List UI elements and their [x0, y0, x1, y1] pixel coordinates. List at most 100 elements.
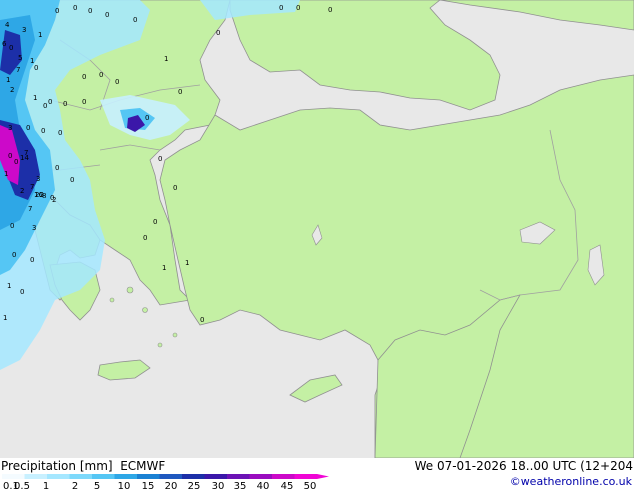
legend-swatch: [2, 474, 25, 479]
precip-point-value: 0: [178, 88, 182, 96]
precip-point-value: 22: [35, 191, 44, 199]
legend-arrow: [317, 474, 329, 479]
precip-point-value: 0: [296, 4, 300, 12]
precip-point-value: 3: [8, 124, 12, 132]
precip-point-value: 2: [10, 86, 14, 94]
precip-point-value: 7: [16, 66, 20, 74]
precip-point-value: 1: [6, 76, 10, 84]
precip-point-value: 0: [145, 114, 149, 122]
legend-label: 20: [165, 481, 178, 490]
product-label: Precipitation [mm]: [1, 459, 113, 473]
aegean-island: [142, 307, 148, 313]
precip-point-value: 1: [185, 259, 189, 267]
legend-swatch: [294, 474, 317, 479]
legend-label: 15: [142, 481, 155, 490]
product-title: Precipitation [mm] ECMWF: [1, 459, 165, 473]
aegean-island: [172, 332, 178, 338]
precip-point-value: 1: [3, 314, 7, 322]
legend-swatch: [47, 474, 70, 479]
precip-point-value: 1: [33, 94, 37, 102]
precip-point-value: 3: [22, 26, 26, 34]
legend-swatch: [249, 474, 272, 479]
precip-point-value: 1: [164, 55, 168, 63]
precip-point-value: 0: [88, 7, 92, 15]
legend-label: 25: [188, 481, 201, 490]
precip-point-value: 0: [14, 158, 18, 166]
precip-point-value: 0: [10, 222, 14, 230]
legend-label: 30: [212, 481, 225, 490]
legend-label: 5: [94, 481, 100, 490]
precip-point-value: 0: [70, 176, 74, 184]
precip-point-value: 3: [32, 224, 36, 232]
precip-point-value: 1: [162, 264, 166, 272]
precip-point-value: 0: [279, 4, 283, 12]
legend-swatch: [92, 474, 115, 479]
valid-time: We 07-01-2026 18..00 UTC (12+204: [414, 459, 633, 473]
legend-label: 35: [234, 481, 247, 490]
precip-point-value: 0: [200, 316, 204, 324]
precip-point-value: 0: [115, 78, 119, 86]
legend-swatch: [159, 474, 182, 479]
legend-swatch: [272, 474, 295, 479]
precip-point-value: 0: [43, 102, 47, 110]
legend-label: 50: [304, 481, 317, 490]
precip-point-value: 0: [173, 184, 177, 192]
precip-point-value: 0: [328, 6, 332, 14]
precip-point-value: 0: [34, 64, 38, 72]
legend-label: 40: [257, 481, 270, 490]
precip-point-value: 0: [55, 7, 59, 15]
legend-swatch: [204, 474, 227, 479]
precip-point-value: 0: [73, 4, 77, 12]
aegean-island: [109, 297, 115, 303]
legend-swatch: [137, 474, 160, 479]
precip-point-value: 0: [105, 11, 109, 19]
legend-label: 10: [118, 481, 131, 490]
precip-point-value: 0: [41, 127, 45, 135]
precip-point-value: 0: [153, 218, 157, 226]
aegean-island: [157, 342, 163, 348]
precip-point-value: 0: [143, 234, 147, 242]
precip-point-value: 0: [9, 44, 13, 52]
color-legend: 0.10.5 1 2 5 10 15 20 25 30 35 40 45 50: [2, 474, 329, 490]
precip-point-value: 0: [30, 256, 34, 264]
precip-point-value: 0: [82, 98, 86, 106]
aegean-island: [126, 286, 134, 294]
legend-label: 2: [72, 481, 78, 490]
precip-point-value: 0: [158, 155, 162, 163]
precip-point-value: 2: [20, 187, 24, 195]
precip-point-value: 0: [48, 98, 52, 106]
legend-label: 45: [281, 481, 294, 490]
precip-point-value: 0: [20, 288, 24, 296]
legend-label: 0.5: [14, 481, 30, 490]
precip-point-value: 6: [2, 40, 7, 48]
precip-point-value: 0: [55, 164, 59, 172]
precip-point-value: 0: [99, 71, 103, 79]
precip-point-value: 5: [18, 54, 22, 62]
legend-swatch: [69, 474, 92, 479]
legend-swatch: [114, 474, 137, 479]
precip-point-value: 14: [20, 154, 29, 162]
footer-bar: Precipitation [mm] ECMWF We 07-01-2026 1…: [0, 458, 634, 490]
precip-point-value: 3: [36, 175, 40, 183]
precip-point-value: 0: [12, 251, 16, 259]
precip-point-value: 2: [52, 196, 56, 204]
precip-point-value: 1: [4, 170, 8, 178]
legend-swatch: [227, 474, 250, 479]
model-label: ECMWF: [120, 459, 166, 473]
legend-swatch: [24, 474, 47, 479]
precip-point-value: 1: [7, 282, 11, 290]
precip-point-value: 4: [5, 21, 10, 29]
precip-point-value: 1: [38, 31, 42, 39]
precip-point-value: 7: [30, 183, 34, 191]
precip-point-value: 0: [26, 124, 30, 132]
precip-point-value: 0: [63, 100, 67, 108]
legend-label: 1: [43, 481, 49, 490]
credit-link[interactable]: ©weatheronline.co.uk: [510, 475, 632, 488]
precip-point-value: 0: [133, 16, 137, 24]
map-canvas: 431065 1712001 0 0 03 0 0 070013720140816 070 322…: [0, 0, 634, 459]
precip-point-value: 0: [58, 129, 62, 137]
precip-point-value: 0: [216, 29, 220, 37]
legend-swatch: [182, 474, 205, 479]
precip-point-value: 0: [82, 73, 86, 81]
precipitation-map: 4 3 1 0 6 5 1 7 1 2 0 0 1 0 0 0 3 0 0 0 7 0 0 1 3 7 2 0 14 0 8 16 0 7 0 3 22…: [0, 0, 634, 459]
